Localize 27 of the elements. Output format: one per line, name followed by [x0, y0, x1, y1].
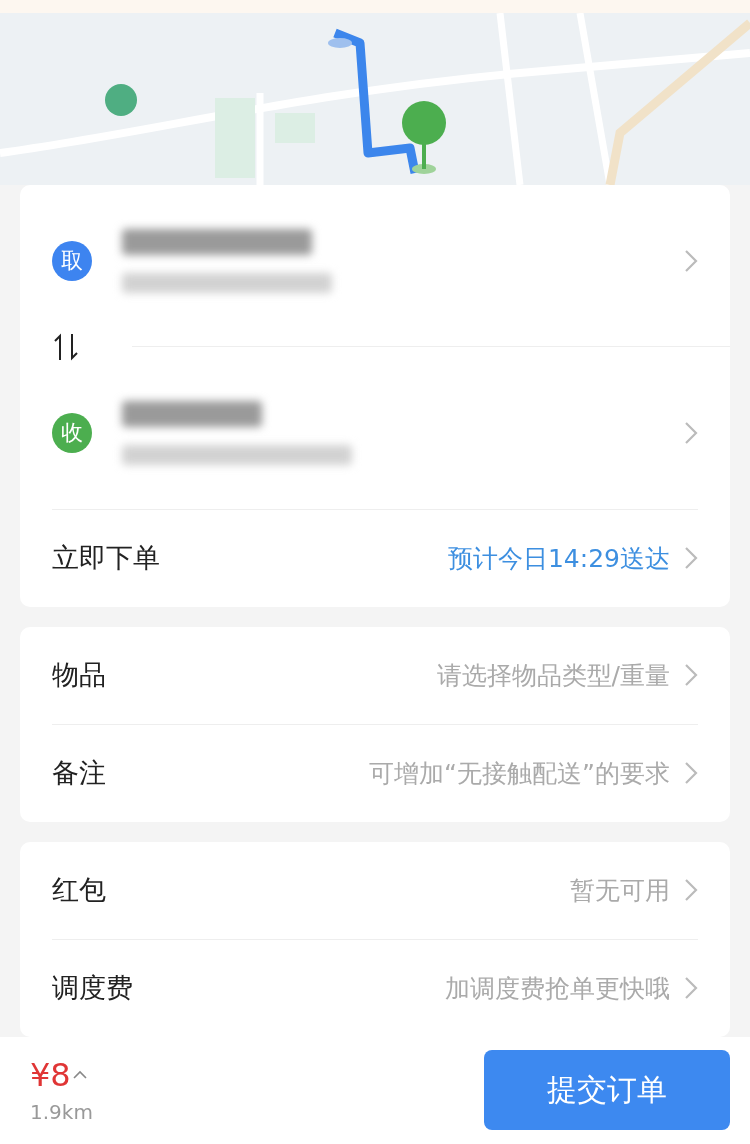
row-label: 调度费 [52, 971, 134, 1006]
row-value: 预计今日14:29送达 [447, 542, 670, 575]
caret-icon[interactable] [72, 1070, 87, 1081]
row-hint: 可增加“无接触配送”的要求 [369, 757, 670, 790]
row-label: 立即下单 [52, 541, 161, 576]
chevron-icon [684, 248, 698, 273]
chevron-icon [684, 420, 698, 445]
row-label: 红包 [52, 873, 107, 908]
stop-badge: 收 [52, 412, 92, 453]
row-label: 备注 [52, 756, 107, 791]
option-row[interactable]: 红包 暂无可用 [52, 841, 698, 939]
stop-badge: 取 [52, 240, 92, 281]
row-label: 物品 [52, 658, 107, 693]
row-hint: 加调度费抢单更快哦 [445, 972, 670, 1005]
option-row[interactable]: 备注 可增加“无接触配送”的要求 [52, 723, 698, 822]
schedule-row[interactable]: 立即下单 预计今日14:29送达 [52, 508, 698, 607]
chevron-icon [684, 976, 698, 1001]
chevron-icon [684, 878, 698, 903]
chevron-icon [684, 546, 698, 571]
chevron-icon [684, 663, 698, 688]
option-row[interactable]: 物品 请选择物品类型/重量 [52, 626, 698, 724]
option-row[interactable]: 调度费 加调度费抢单更快哦 [52, 938, 698, 1037]
chevron-icon [684, 761, 698, 786]
distance: 1.9km [30, 1100, 93, 1125]
price: ¥8 [30, 1056, 71, 1095]
row-hint: 请选择物品类型/重量 [436, 659, 670, 692]
row-hint: 暂无可用 [570, 874, 670, 907]
